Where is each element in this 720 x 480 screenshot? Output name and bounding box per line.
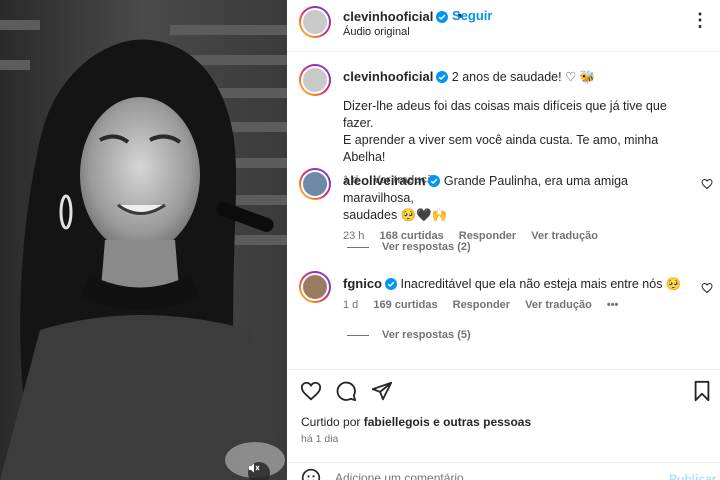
like-comment-heart-icon[interactable] (701, 282, 713, 294)
verified-badge-icon (436, 11, 449, 23)
liked-by-others[interactable]: e outras pessoas (433, 415, 531, 429)
save-bookmark-icon[interactable] (692, 380, 712, 402)
comment-more-icon[interactable]: ••• (607, 299, 619, 311)
audio-label[interactable]: Áudio original (343, 26, 410, 38)
follow-button[interactable]: Seguir (452, 8, 492, 23)
verified-badge-icon (385, 278, 397, 290)
caption-avatar[interactable] (299, 64, 331, 96)
like-comment-heart-icon[interactable] (701, 178, 713, 190)
post-header: clevinhooficial • Seguir Áudio original … (287, 0, 720, 52)
author-username[interactable]: clevinhooficial (343, 9, 433, 24)
view-replies-label: Ver respostas (5) (382, 329, 471, 341)
like-heart-icon[interactable] (300, 380, 322, 402)
commenter-avatar[interactable] (299, 168, 331, 200)
liked-by-line: Curtido por fabiellegois e outras pessoa… (301, 415, 531, 429)
caption-text-line3: E aprender a viver sem você ainda custa.… (343, 133, 659, 164)
comment-time[interactable]: 1 d (343, 299, 358, 311)
replies-divider (347, 334, 369, 336)
share-paper-plane-icon[interactable] (371, 380, 393, 402)
emoji-smiley-icon[interactable] (301, 468, 321, 480)
comment-text-line2: saudades 🥺🖤🙌 (343, 208, 448, 222)
comment-username[interactable]: fgnico (343, 276, 382, 291)
post-media[interactable] (0, 0, 287, 480)
comment-reply-link[interactable]: Responder (453, 299, 510, 311)
verified-badge-icon (428, 175, 441, 187)
add-comment-bar: Publicar (287, 462, 720, 480)
author-avatar[interactable] (299, 6, 331, 38)
caption-text-line1: 2 anos de saudade! ♡ 🐝 (451, 70, 596, 84)
publish-comment-button[interactable]: Publicar (669, 472, 716, 480)
view-replies-label: Ver respostas (2) (382, 241, 471, 253)
view-replies-link[interactable]: Ver respostas (2) (347, 241, 471, 253)
comment-translate-link[interactable]: Ver tradução (525, 299, 592, 311)
caption-text-line2: Dizer-lhe adeus foi das coisas mais difí… (343, 99, 667, 130)
comment-translate-link[interactable]: Ver tradução (531, 230, 598, 242)
comment-bubble-icon[interactable] (335, 380, 357, 402)
caption-username[interactable]: clevinhooficial (343, 69, 433, 84)
more-options-icon[interactable]: ⋮ (691, 10, 710, 31)
comment-text-line1: Inacreditável que ela não esteja mais en… (400, 277, 682, 291)
post-details-panel: clevinhooficial • Seguir Áudio original … (287, 0, 720, 480)
post-actions-bar (287, 369, 720, 409)
post-photo (0, 0, 287, 480)
author-username-row: clevinhooficial • (343, 8, 463, 25)
comment-item: fgnico Inacreditável que ela não esteja … (287, 269, 720, 329)
mute-toggle-button[interactable] (248, 462, 270, 480)
post-time[interactable]: há 1 dia (301, 433, 338, 445)
view-replies-link[interactable]: Ver respostas (5) (347, 329, 471, 341)
caption: clevinhooficial 2 anos de saudade! ♡ 🐝 D… (287, 62, 720, 186)
comment-username[interactable]: aleoliveiracm (343, 173, 425, 188)
liked-by-user[interactable]: fabiellegois (364, 415, 430, 429)
verified-badge-icon (436, 71, 449, 83)
muted-speaker-icon (249, 463, 260, 473)
comment-likes[interactable]: 169 curtidas (373, 299, 437, 311)
commenter-avatar[interactable] (299, 271, 331, 303)
add-comment-input[interactable] (335, 471, 635, 480)
replies-divider (347, 246, 369, 248)
liked-by-prefix: Curtido por (301, 415, 361, 429)
